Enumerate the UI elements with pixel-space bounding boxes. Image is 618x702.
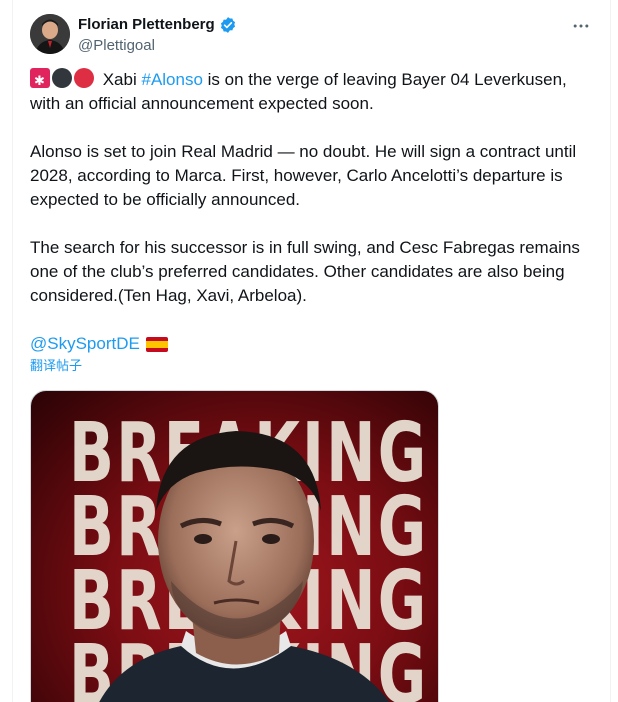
tweet-paragraph-1: Xabi #Alonso is on the verge of leaving … [30,68,600,116]
translate-post-link[interactable]: 翻译帖子 [30,357,600,375]
tweet-card: Florian Plettenberg @Plettigoal Xabi #Al… [12,0,611,702]
author-names: Florian Plettenberg @Plettigoal [78,15,237,56]
spain-flag-emoji [145,336,168,352]
tweet-body: Xabi #Alonso is on the verge of leaving … [30,68,600,375]
author-handle[interactable]: @Plettigoal [78,36,237,56]
tweet-paragraph-3: The search for his successor is in full … [30,238,580,305]
mention-row: @SkySportDE [30,332,600,356]
emoji-group [30,68,94,93]
author-avatar[interactable] [30,14,70,54]
red-circle-emoji [74,68,94,88]
hashtag-link[interactable]: #Alonso [141,70,202,89]
tweet-paragraph-2: Alonso is set to join Real Madrid — no d… [30,142,577,209]
black-circle-emoji [52,68,72,88]
verified-badge-icon [219,16,237,34]
more-options-icon[interactable] [566,14,596,38]
author-display-name[interactable]: Florian Plettenberg [78,15,215,35]
mention-link[interactable]: @SkySportDE [30,332,140,356]
siren-emoji [30,68,50,93]
tweet-text-lead: Xabi [98,70,142,89]
portrait-illustration [99,431,390,702]
tweet-media-image[interactable]: BREAKING BREAKING BREAKING BREAKING [30,390,439,702]
tweet-header: Florian Plettenberg @Plettigoal [30,14,596,58]
